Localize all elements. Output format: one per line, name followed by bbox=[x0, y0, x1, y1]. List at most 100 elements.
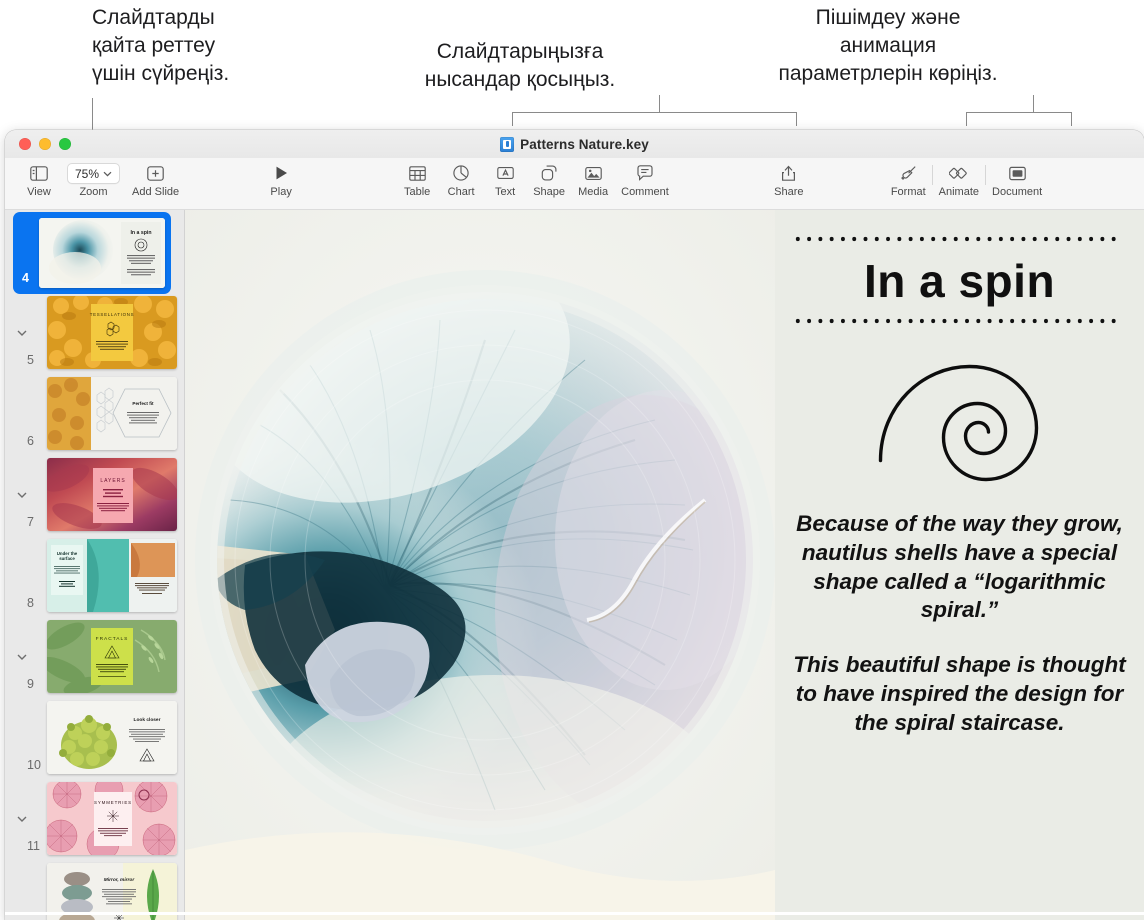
slide-thumbnail[interactable]: SYMMETRIES bbox=[47, 782, 177, 855]
thumbnail-art-tessellations: TESSELLATIONS bbox=[47, 296, 177, 369]
photo-icon bbox=[584, 161, 602, 185]
toolbar-play-button[interactable]: Play bbox=[259, 161, 303, 198]
navigator-slide-11[interactable]: 11 SYMMETRIES bbox=[5, 778, 184, 859]
slide-canvas-area[interactable]: In a spin Because of the way they grow, … bbox=[185, 210, 1144, 920]
toolbar-share-label: Share bbox=[774, 186, 804, 198]
slide-thumbnail[interactable]: Under the surface bbox=[47, 539, 177, 612]
share-upload-icon bbox=[781, 161, 796, 185]
callout-left-text: Слайдтарды қайта реттеу үшін сүйреңіз. bbox=[92, 6, 230, 85]
keynote-document-icon bbox=[500, 136, 515, 152]
spiral-icon bbox=[878, 364, 1038, 482]
svg-text:In a spin: In a spin bbox=[130, 230, 151, 236]
toolbar-share-button[interactable]: Share bbox=[767, 161, 811, 198]
thumbnail-art-in-a-spin: In a spin bbox=[39, 218, 165, 288]
slide-body-paragraph-1[interactable]: Because of the way they grow, nautilus s… bbox=[789, 510, 1130, 625]
slide-selection-highlight[interactable]: 4 In a spin bbox=[13, 212, 171, 294]
slide-title[interactable]: In a spin bbox=[789, 254, 1130, 308]
toolbar-document-label: Document bbox=[992, 186, 1043, 198]
traffic-light-controls[interactable] bbox=[5, 138, 71, 150]
animate-diamonds-icon bbox=[949, 161, 968, 185]
svg-text:FRACTALS: FRACTALS bbox=[96, 636, 129, 642]
navigator-slide-4[interactable]: 4 In a spin bbox=[5, 212, 184, 294]
toolbar-table-button[interactable]: Table bbox=[395, 161, 439, 198]
callout-middle-leader-bracket bbox=[512, 112, 797, 126]
play-triangle-icon bbox=[274, 161, 289, 185]
current-slide[interactable]: In a spin Because of the way they grow, … bbox=[185, 210, 1144, 920]
svg-text:SYMMETRIES: SYMMETRIES bbox=[94, 800, 132, 805]
toolbar-format-button[interactable]: Format bbox=[885, 161, 932, 198]
chevron-down-icon[interactable] bbox=[15, 812, 29, 826]
svg-text:surface: surface bbox=[59, 556, 75, 561]
slide-thumbnail[interactable]: TESSELLATIONS bbox=[47, 296, 177, 369]
toolbar-animate-button[interactable]: Animate bbox=[933, 161, 985, 198]
nautilus-shell-image bbox=[185, 210, 775, 920]
navigator-slide-9[interactable]: 9 FRACTALS bbox=[5, 616, 184, 697]
toolbar-zoom-control[interactable]: 75% Zoom bbox=[61, 161, 126, 198]
callout-right-leader-stem bbox=[1033, 95, 1034, 113]
slide-navigator[interactable]: 4 In a spin 5 TESSELLATIONS 6 Perfect fi… bbox=[5, 210, 185, 920]
zoom-chevron-icon: 75% bbox=[67, 161, 121, 185]
navigator-slide-7[interactable]: 7 LAYERS bbox=[5, 454, 184, 535]
main-toolbar: View 75% Zoom Add Slide Play Table Chart… bbox=[5, 158, 1144, 210]
toolbar-play-label: Play bbox=[270, 186, 292, 198]
toolbar-view-button[interactable]: View bbox=[17, 161, 61, 198]
slide-number: 6 bbox=[27, 434, 34, 448]
thumbnail-art-symmetries: SYMMETRIES bbox=[47, 782, 177, 855]
nautilus-shell-photo[interactable] bbox=[185, 210, 775, 920]
navigator-slide-12[interactable]: 12 Mirror, mirr bbox=[5, 859, 184, 920]
navigator-slide-8[interactable]: 8 Under the surface bbox=[5, 535, 184, 616]
document-panel-icon bbox=[1008, 161, 1026, 185]
toolbar-zoom-label: Zoom bbox=[79, 186, 108, 198]
svg-text:Look closer: Look closer bbox=[134, 717, 161, 723]
toolbar-chart-button[interactable]: Chart bbox=[439, 161, 483, 198]
slide-number: 10 bbox=[27, 758, 41, 772]
dotted-rule-top bbox=[795, 236, 1124, 242]
toolbar-view-label: View bbox=[27, 186, 51, 198]
callout-middle-text: Слайдтарыңызға нысандар қосыңыз. bbox=[424, 40, 616, 91]
callout-right-leader-bracket bbox=[966, 112, 1072, 126]
document-title: Patterns Nature.key bbox=[520, 136, 649, 152]
zoom-button[interactable] bbox=[59, 138, 71, 150]
slide-text-column[interactable]: In a spin Because of the way they grow, … bbox=[775, 210, 1144, 920]
thumbnail-art-fractals: FRACTALS bbox=[47, 620, 177, 693]
chevron-down-icon[interactable] bbox=[15, 650, 29, 664]
shapes-icon bbox=[541, 161, 558, 185]
toolbar-document-button[interactable]: Document bbox=[986, 161, 1048, 198]
slide-thumbnail[interactable]: LAYERS bbox=[47, 458, 177, 531]
slide-thumbnail[interactable]: FRACTALS bbox=[47, 620, 177, 693]
toolbar-media-button[interactable]: Media bbox=[571, 161, 615, 198]
navigator-slide-6[interactable]: 6 Perfect fit bbox=[5, 373, 184, 454]
svg-text:Mirror, mirror: Mirror, mirror bbox=[104, 877, 136, 883]
dotted-rule-bottom bbox=[795, 318, 1124, 324]
toolbar-shape-button[interactable]: Shape bbox=[527, 161, 571, 198]
navigator-slide-5[interactable]: 5 TESSELLATIONS bbox=[5, 292, 184, 373]
chevron-down-icon[interactable] bbox=[15, 326, 29, 340]
slide-number: 11 bbox=[27, 839, 40, 853]
close-button[interactable] bbox=[19, 138, 31, 150]
slide-thumbnail[interactable]: Look closer bbox=[47, 701, 177, 774]
toolbar-add-slide-button[interactable]: Add Slide bbox=[126, 161, 185, 198]
toolbar-text-button[interactable]: Text bbox=[483, 161, 527, 198]
keynote-window: Patterns Nature.key View 75% Zoom Add Sl… bbox=[5, 130, 1144, 920]
minimize-button[interactable] bbox=[39, 138, 51, 150]
window-body: 4 In a spin 5 TESSELLATIONS 6 Perfect fi… bbox=[5, 210, 1144, 920]
zoom-value-pill[interactable]: 75% bbox=[67, 163, 121, 184]
toolbar-add-slide-label: Add Slide bbox=[132, 186, 180, 198]
toolbar-comment-button[interactable]: Comment bbox=[615, 161, 675, 198]
thumbnail-art-under-the-surface: Under the surface bbox=[47, 539, 177, 612]
slide-body-paragraph-2[interactable]: This beautiful shape is thought to have … bbox=[789, 651, 1130, 737]
callout-right-text: Пішімдеу және анимация параметрлерін көрің… bbox=[778, 6, 998, 85]
document-title-group: Patterns Nature.key bbox=[5, 130, 1144, 158]
svg-text:TESSELLATIONS: TESSELLATIONS bbox=[90, 312, 134, 317]
chevron-down-icon[interactable] bbox=[15, 488, 29, 502]
spiral-shape-container[interactable] bbox=[789, 352, 1130, 484]
slide-thumbnail[interactable]: Perfect fit bbox=[47, 377, 177, 450]
navigator-slide-10[interactable]: 10 Look closer bbox=[5, 697, 184, 778]
pie-chart-icon bbox=[453, 161, 469, 185]
thumbnail-art-look-closer: Look closer bbox=[47, 701, 177, 774]
sidebar-icon bbox=[30, 161, 48, 185]
window-titlebar: Patterns Nature.key bbox=[5, 130, 1144, 158]
zoom-value: 75% bbox=[75, 166, 100, 181]
toolbar-comment-label: Comment bbox=[621, 186, 669, 198]
slide-thumbnail[interactable]: In a spin bbox=[39, 218, 165, 288]
